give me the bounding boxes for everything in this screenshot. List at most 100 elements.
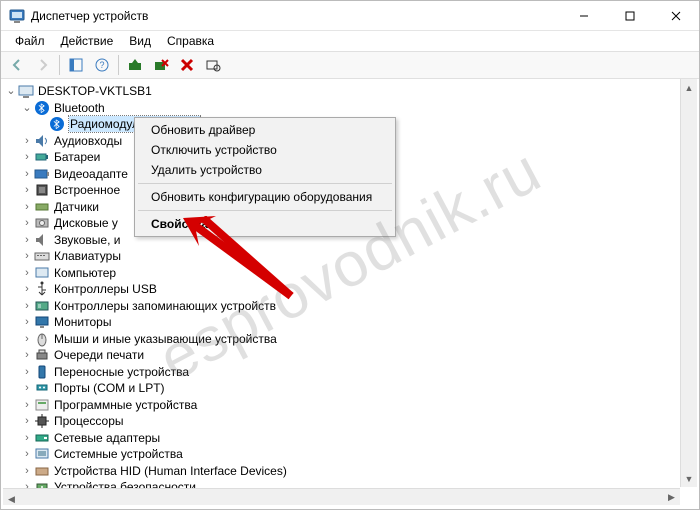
cpu-icon xyxy=(34,413,50,429)
expand-icon[interactable]: › xyxy=(21,201,33,213)
firmware-icon xyxy=(34,182,50,198)
system-device-icon xyxy=(34,446,50,462)
help-button[interactable]: ? xyxy=(90,53,114,77)
scroll-right-icon[interactable]: ▶ xyxy=(663,489,680,506)
ctx-separator xyxy=(138,183,392,184)
toolbar: ? xyxy=(1,51,699,79)
disable-device-button[interactable] xyxy=(149,53,173,77)
expand-icon[interactable]: › xyxy=(21,316,33,328)
expand-icon[interactable]: › xyxy=(21,300,33,312)
expand-icon[interactable]: › xyxy=(21,250,33,262)
tree-category-mice[interactable]: ›Мыши и иные указывающие устройства xyxy=(1,331,699,348)
menu-view[interactable]: Вид xyxy=(121,33,159,49)
separator xyxy=(59,55,60,75)
separator xyxy=(118,55,119,75)
expand-icon[interactable]: › xyxy=(21,184,33,196)
computer-icon xyxy=(34,265,50,281)
tree-category-monitors[interactable]: ›Мониторы xyxy=(1,314,699,331)
menubar: Файл Действие Вид Справка xyxy=(1,31,699,51)
expand-icon[interactable]: › xyxy=(21,283,33,295)
expand-icon[interactable]: › xyxy=(21,234,33,246)
horizontal-scrollbar[interactable]: ◀▶ xyxy=(3,488,680,505)
svg-text:?: ? xyxy=(99,60,104,70)
tree-category-keyboard[interactable]: ›Клавиатуры xyxy=(1,248,699,265)
window-controls xyxy=(561,1,699,31)
tree-category-bluetooth[interactable]: ⌄Bluetooth xyxy=(1,100,699,117)
scroll-left-icon[interactable]: ◀ xyxy=(3,491,20,508)
expand-icon[interactable]: › xyxy=(21,465,33,477)
tree-category-network[interactable]: ›Сетевые адаптеры xyxy=(1,430,699,447)
ctx-properties[interactable]: Свойства xyxy=(137,214,393,234)
expand-icon[interactable]: ⌄ xyxy=(5,85,17,97)
tree-category-computer[interactable]: ›Компьютер xyxy=(1,265,699,282)
audio-icon xyxy=(34,133,50,149)
scroll-down-icon[interactable]: ▼ xyxy=(681,470,697,487)
tree-root[interactable]: ⌄DESKTOP-VKTLSB1 xyxy=(1,83,699,100)
window-title: Диспетчер устройств xyxy=(31,9,561,23)
app-icon xyxy=(9,8,25,24)
ctx-scan-hardware[interactable]: Обновить конфигурацию оборудования xyxy=(137,187,393,207)
bluetooth-icon xyxy=(34,100,50,116)
expand-icon[interactable]: › xyxy=(21,135,33,147)
expand-icon[interactable]: › xyxy=(21,399,33,411)
storage-controller-icon xyxy=(34,298,50,314)
tree-category-hid[interactable]: ›Устройства HID (Human Interface Devices… xyxy=(1,463,699,480)
menu-file[interactable]: Файл xyxy=(7,33,53,49)
display-adapter-icon xyxy=(34,166,50,182)
hid-icon xyxy=(34,463,50,479)
update-driver-button[interactable] xyxy=(123,53,147,77)
minimize-button[interactable] xyxy=(561,1,607,31)
expand-icon[interactable]: › xyxy=(21,217,33,229)
tree-category-usb[interactable]: ›Контроллеры USB xyxy=(1,281,699,298)
tree-category-storage-controllers[interactable]: ›Контроллеры запоминающих устройств xyxy=(1,298,699,315)
scroll-up-icon[interactable]: ▲ xyxy=(681,79,697,96)
scan-hardware-button[interactable] xyxy=(201,53,225,77)
ctx-uninstall-device[interactable]: Удалить устройство xyxy=(137,160,393,180)
expand-icon[interactable]: › xyxy=(21,349,33,361)
expand-icon[interactable]: ⌄ xyxy=(21,102,33,114)
expand-icon[interactable]: › xyxy=(21,382,33,394)
tree-category-print-queues[interactable]: ›Очереди печати xyxy=(1,347,699,364)
expand-icon[interactable]: › xyxy=(21,267,33,279)
forward-button[interactable] xyxy=(31,53,55,77)
menu-help[interactable]: Справка xyxy=(159,33,222,49)
bluetooth-icon xyxy=(49,116,65,132)
disk-icon xyxy=(34,215,50,231)
context-menu: Обновить драйвер Отключить устройство Уд… xyxy=(134,117,396,237)
software-device-icon xyxy=(34,397,50,413)
sound-icon xyxy=(34,232,50,248)
expand-icon[interactable]: › xyxy=(21,415,33,427)
uninstall-device-button[interactable] xyxy=(175,53,199,77)
expand-icon[interactable]: › xyxy=(21,448,33,460)
expand-icon[interactable]: › xyxy=(21,333,33,345)
tree-category-portable[interactable]: ›Переносные устройства xyxy=(1,364,699,381)
titlebar: Диспетчер устройств xyxy=(1,1,699,31)
expand-icon[interactable]: › xyxy=(21,168,33,180)
tree-category-system[interactable]: ›Системные устройства xyxy=(1,446,699,463)
usb-icon xyxy=(34,281,50,297)
battery-icon xyxy=(34,149,50,165)
close-button[interactable] xyxy=(653,1,699,31)
tree-category-processors[interactable]: ›Процессоры xyxy=(1,413,699,430)
expand-icon[interactable]: › xyxy=(21,366,33,378)
monitor-icon xyxy=(34,314,50,330)
network-adapter-icon xyxy=(34,430,50,446)
tree-category-ports[interactable]: ›Порты (COM и LPT) xyxy=(1,380,699,397)
back-button[interactable] xyxy=(5,53,29,77)
menu-action[interactable]: Действие xyxy=(53,33,122,49)
expand-icon[interactable]: › xyxy=(21,151,33,163)
tree-category-software-devices[interactable]: ›Программные устройства xyxy=(1,397,699,414)
printer-icon xyxy=(34,347,50,363)
ctx-separator xyxy=(138,210,392,211)
sensor-icon xyxy=(34,199,50,215)
vertical-scrollbar[interactable]: ▲▼ xyxy=(680,79,697,487)
expand-icon[interactable]: › xyxy=(21,432,33,444)
ctx-update-driver[interactable]: Обновить драйвер xyxy=(137,120,393,140)
portable-device-icon xyxy=(34,364,50,380)
ctx-disable-device[interactable]: Отключить устройство xyxy=(137,140,393,160)
port-icon xyxy=(34,380,50,396)
maximize-button[interactable] xyxy=(607,1,653,31)
computer-icon xyxy=(18,83,34,99)
show-console-tree-button[interactable] xyxy=(64,53,88,77)
mouse-icon xyxy=(34,331,50,347)
